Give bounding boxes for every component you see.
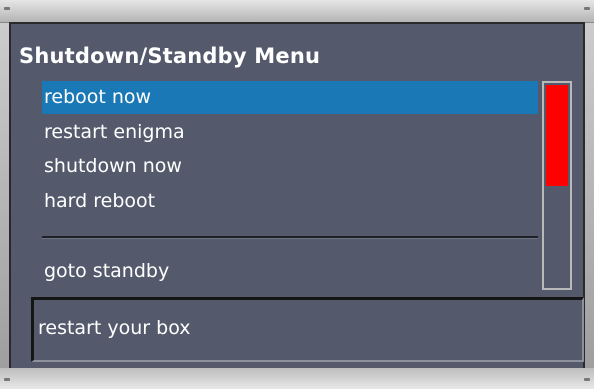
frame-handle-icon: [4, 378, 10, 381]
top-frame-bar: [0, 0, 594, 23]
frame-handle-icon: [4, 7, 10, 10]
scrollbar-thumb[interactable]: [546, 85, 568, 186]
status-text: restart your box: [38, 317, 191, 339]
bottom-frame-bar: [0, 368, 594, 389]
status-box: restart your box: [31, 297, 584, 362]
frame-handle-icon: [584, 378, 590, 381]
screen-frame: Shutdown/Standby Menu reboot now restart…: [0, 0, 594, 389]
menu-item-hard-reboot[interactable]: hard reboot: [42, 185, 538, 218]
menu-item-goto-standby[interactable]: goto standby: [42, 255, 538, 288]
menu-item-reboot-now[interactable]: reboot now: [42, 81, 538, 114]
frame-handle-icon: [584, 7, 590, 10]
menu-separator: [42, 236, 538, 239]
menu-scrollbar[interactable]: [542, 81, 572, 290]
menu-item-shutdown-now[interactable]: shutdown now: [42, 150, 538, 183]
menu-item-restart-enigma[interactable]: restart enigma: [42, 116, 538, 149]
window-title: Shutdown/Standby Menu: [19, 44, 321, 68]
